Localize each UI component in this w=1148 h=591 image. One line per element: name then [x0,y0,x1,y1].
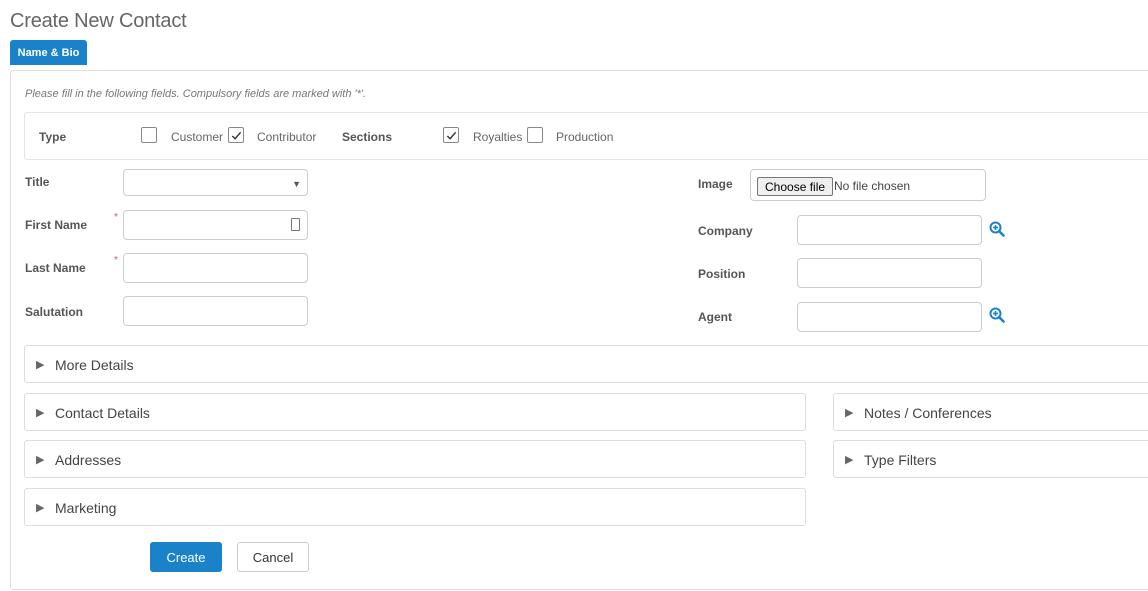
type-label: Type [39,130,67,144]
position-label: Position [698,267,746,281]
panel-title: Addresses [55,452,122,468]
panel-type-filters[interactable]: ▶ Type Filters [833,440,1148,478]
file-status-text: No file chosen [834,179,911,193]
triangle-right-icon: ▶ [36,454,45,466]
production-label: Production [556,130,614,144]
page-title: Create New Contact [10,10,187,32]
panel-addresses[interactable]: ▶ Addresses [24,440,806,478]
sections-label: Sections [342,130,393,144]
last-name-input[interactable] [123,253,308,283]
chevron-down-icon: ▼ [292,179,301,189]
first-name-required-mark: * [114,212,118,223]
royalties-checkbox[interactable] [443,127,459,143]
create-button[interactable]: Create [150,542,222,572]
panel-more-details[interactable]: ▶ More Details [24,345,1148,383]
company-input[interactable] [797,215,982,245]
cancel-button[interactable]: Cancel [237,542,309,572]
triangle-right-icon: ▶ [845,454,854,466]
title-select[interactable]: ▼ [123,169,308,196]
title-label: Title [25,175,50,189]
first-name-input[interactable] [123,210,308,240]
zoom-in-icon[interactable] [988,306,1006,324]
panel-notes-conferences[interactable]: ▶ Notes / Conferences [833,393,1148,431]
panel-title: Contact Details [55,405,150,421]
check-icon [446,131,456,140]
panel-title: Marketing [55,500,117,516]
triangle-right-icon: ▶ [36,502,45,514]
panel-title: Type Filters [864,452,937,468]
salutation-input[interactable] [123,296,308,326]
triangle-right-icon: ▶ [36,407,45,419]
salutation-label: Salutation [25,305,84,319]
royalties-label: Royalties [473,130,523,144]
image-file-input: Choose file No file chosen [750,169,986,201]
production-checkbox[interactable] [527,127,543,143]
choose-file-button[interactable]: Choose file [757,177,834,196]
contact-card-icon [291,218,300,231]
panel-title: Notes / Conferences [864,405,992,421]
customer-label: Customer [171,130,224,144]
form-instructions: Please fill in the following fields. Com… [25,88,367,100]
panel-marketing[interactable]: ▶ Marketing [24,488,806,526]
tab-name-bio[interactable]: Name & Bio [10,40,87,65]
first-name-label: First Name [25,218,88,232]
panel-title: More Details [55,357,134,373]
agent-input[interactable] [797,302,982,332]
last-name-required-mark: * [114,255,118,266]
agent-label: Agent [698,310,732,324]
check-icon [231,131,241,140]
company-label: Company [698,224,753,238]
zoom-in-icon[interactable] [988,220,1006,238]
contributor-label: Contributor [257,130,317,144]
triangle-right-icon: ▶ [845,407,854,419]
last-name-label: Last Name [25,261,86,275]
panel-contact-details[interactable]: ▶ Contact Details [24,393,806,431]
triangle-right-icon: ▶ [36,359,45,371]
contributor-checkbox[interactable] [228,127,244,143]
position-input[interactable] [797,258,982,288]
image-label: Image [698,177,733,191]
customer-checkbox[interactable] [141,127,157,143]
